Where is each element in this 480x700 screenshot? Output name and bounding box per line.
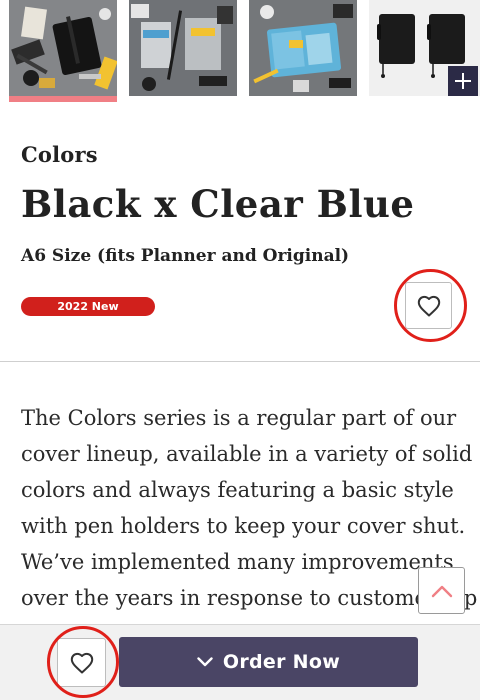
- order-now-button[interactable]: Order Now: [119, 637, 418, 687]
- favorite-button-bottom[interactable]: [57, 638, 106, 687]
- thumbnail-3[interactable]: [249, 0, 357, 96]
- thumbnail-gallery: [0, 0, 480, 102]
- active-thumbnail-indicator: [9, 96, 117, 102]
- description-line: We’ve implemented many improvements: [21, 550, 454, 574]
- description-line: The Colors series is a regular part of o…: [21, 406, 457, 430]
- chevron-down-icon: [197, 657, 213, 667]
- description-line: colors and always featuring a basic styl…: [21, 478, 454, 502]
- product-description: The Colors series is a regular part of o…: [21, 400, 478, 616]
- order-now-label: Order Now: [222, 651, 341, 673]
- thumbnail-1[interactable]: [9, 0, 117, 96]
- favorite-button[interactable]: [405, 282, 452, 329]
- thumbnail-2[interactable]: [129, 0, 237, 96]
- section-divider: [0, 361, 480, 362]
- product-size: A6 Size (fits Planner and Original): [21, 246, 350, 266]
- heart-outline-icon: [417, 295, 440, 316]
- scroll-to-top-button[interactable]: [418, 567, 465, 614]
- new-badge: 2022 New: [21, 297, 155, 316]
- product-page: Colors Black x Clear Blue A6 Size (fits …: [0, 0, 480, 700]
- description-line: cover lineup, available in a variety of …: [21, 442, 473, 466]
- product-title: Black x Clear Blue: [21, 182, 415, 226]
- plus-icon: [455, 73, 471, 89]
- chevron-up-icon: [431, 585, 452, 597]
- product-series: Colors: [21, 142, 98, 167]
- heart-outline-icon: [70, 652, 93, 673]
- more-images-button[interactable]: [448, 66, 478, 96]
- description-line: with pen holders to keep your cover shut…: [21, 514, 466, 538]
- description-line: over the years in response to customer i…: [21, 586, 478, 610]
